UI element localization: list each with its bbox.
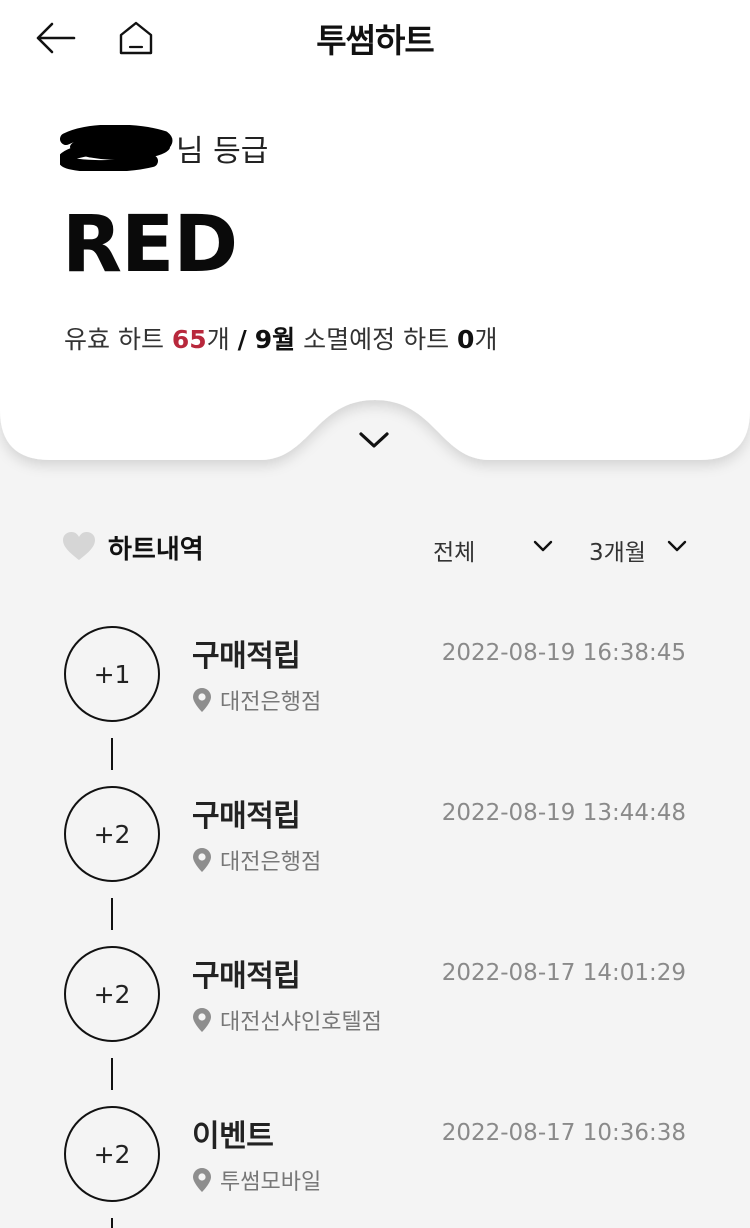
history-item-store: 투썸모바일 xyxy=(192,1164,321,1196)
heart-summary: 유효 하트 65개 / 9월 소멸예정 하트 0개 xyxy=(64,320,497,356)
expand-card-button[interactable] xyxy=(350,423,398,457)
points-badge: +2 xyxy=(64,786,160,882)
history-item-store: 대전선샤인호텔점 xyxy=(192,1004,382,1036)
timeline-connector xyxy=(111,1058,113,1090)
type-filter-value: 전체 xyxy=(433,540,476,566)
grade-suffix: 님 등급 xyxy=(176,134,269,169)
store-name: 대전은행점 xyxy=(220,690,322,715)
page-title: 투썸하트 xyxy=(316,21,434,60)
summary-separator: / xyxy=(237,325,247,354)
expire-hearts-unit: 개 xyxy=(474,325,498,354)
points-badge: +2 xyxy=(64,946,160,1042)
valid-hearts-unit: 개 xyxy=(206,325,230,354)
points-badge: +1 xyxy=(64,626,160,722)
timeline-connector xyxy=(111,1218,113,1228)
expire-hearts-count: 0 xyxy=(457,325,475,354)
chevron-down-icon xyxy=(667,540,687,552)
history-item[interactable]: +2 구매적립 2022-08-17 14:01:29 대전선샤인호텔점 xyxy=(0,946,750,1106)
redacted-user-name xyxy=(60,125,174,171)
heart-icon xyxy=(63,532,95,560)
grade-value: RED xyxy=(62,200,238,290)
history-item-date: 2022-08-17 10:36:38 xyxy=(441,1120,686,1146)
history-item-title: 이벤트 xyxy=(192,1119,274,1154)
history-section-header: 하트내역 전체 3개월 xyxy=(0,525,750,569)
store-name: 투썸모바일 xyxy=(220,1170,322,1195)
period-filter-dropdown[interactable]: 3개월 xyxy=(589,531,689,566)
history-item-title: 구매적립 xyxy=(192,799,301,834)
history-item-title: 구매적립 xyxy=(192,959,301,994)
chevron-down-icon xyxy=(533,540,553,552)
history-item-date: 2022-08-19 13:44:48 xyxy=(441,800,686,826)
chevron-down-icon xyxy=(359,432,389,448)
location-pin-icon xyxy=(193,1168,211,1192)
section-title: 하트내역 xyxy=(108,535,204,565)
grade-label: 님 등급 xyxy=(60,125,269,171)
history-item-store: 대전은행점 xyxy=(192,844,321,876)
history-item-date: 2022-08-19 16:38:45 xyxy=(441,640,686,666)
timeline-connector xyxy=(111,738,113,770)
valid-hearts-label: 유효 하트 xyxy=(64,325,164,354)
location-pin-icon xyxy=(193,848,211,872)
grade-card: 님 등급 RED 유효 하트 65개 / 9월 소멸예정 하트 0개 xyxy=(0,80,750,460)
store-name: 대전은행점 xyxy=(220,850,322,875)
location-pin-icon xyxy=(193,1008,211,1032)
history-item[interactable]: +2 구매적립 2022-08-19 13:44:48 대전은행점 xyxy=(0,786,750,946)
points-badge: +2 xyxy=(64,1106,160,1202)
type-filter-dropdown[interactable]: 전체 xyxy=(433,531,555,566)
history-item-store: 대전은행점 xyxy=(192,684,321,716)
valid-hearts-count: 65 xyxy=(171,325,207,354)
period-filter-value: 3개월 xyxy=(589,540,646,566)
location-pin-icon xyxy=(193,688,211,712)
expire-hearts-label: 소멸예정 하트 xyxy=(303,325,450,354)
history-item[interactable]: +1 구매적립 2022-08-19 16:38:45 대전은행점 xyxy=(0,626,750,786)
top-header: 투썸하트 xyxy=(0,0,750,80)
history-item-date: 2022-08-17 14:01:29 xyxy=(441,960,686,986)
timeline-connector xyxy=(111,898,113,930)
history-item[interactable]: +2 이벤트 2022-08-17 10:36:38 투썸모바일 xyxy=(0,1106,750,1228)
expire-month: 9월 xyxy=(254,325,296,354)
heart-history-screen: 투썸하트 님 등급 RED 유효 하트 65개 / 9월 소멸예정 하트 0개 xyxy=(0,0,750,1228)
store-name: 대전선샤인호텔점 xyxy=(220,1010,382,1035)
history-item-title: 구매적립 xyxy=(192,639,301,674)
